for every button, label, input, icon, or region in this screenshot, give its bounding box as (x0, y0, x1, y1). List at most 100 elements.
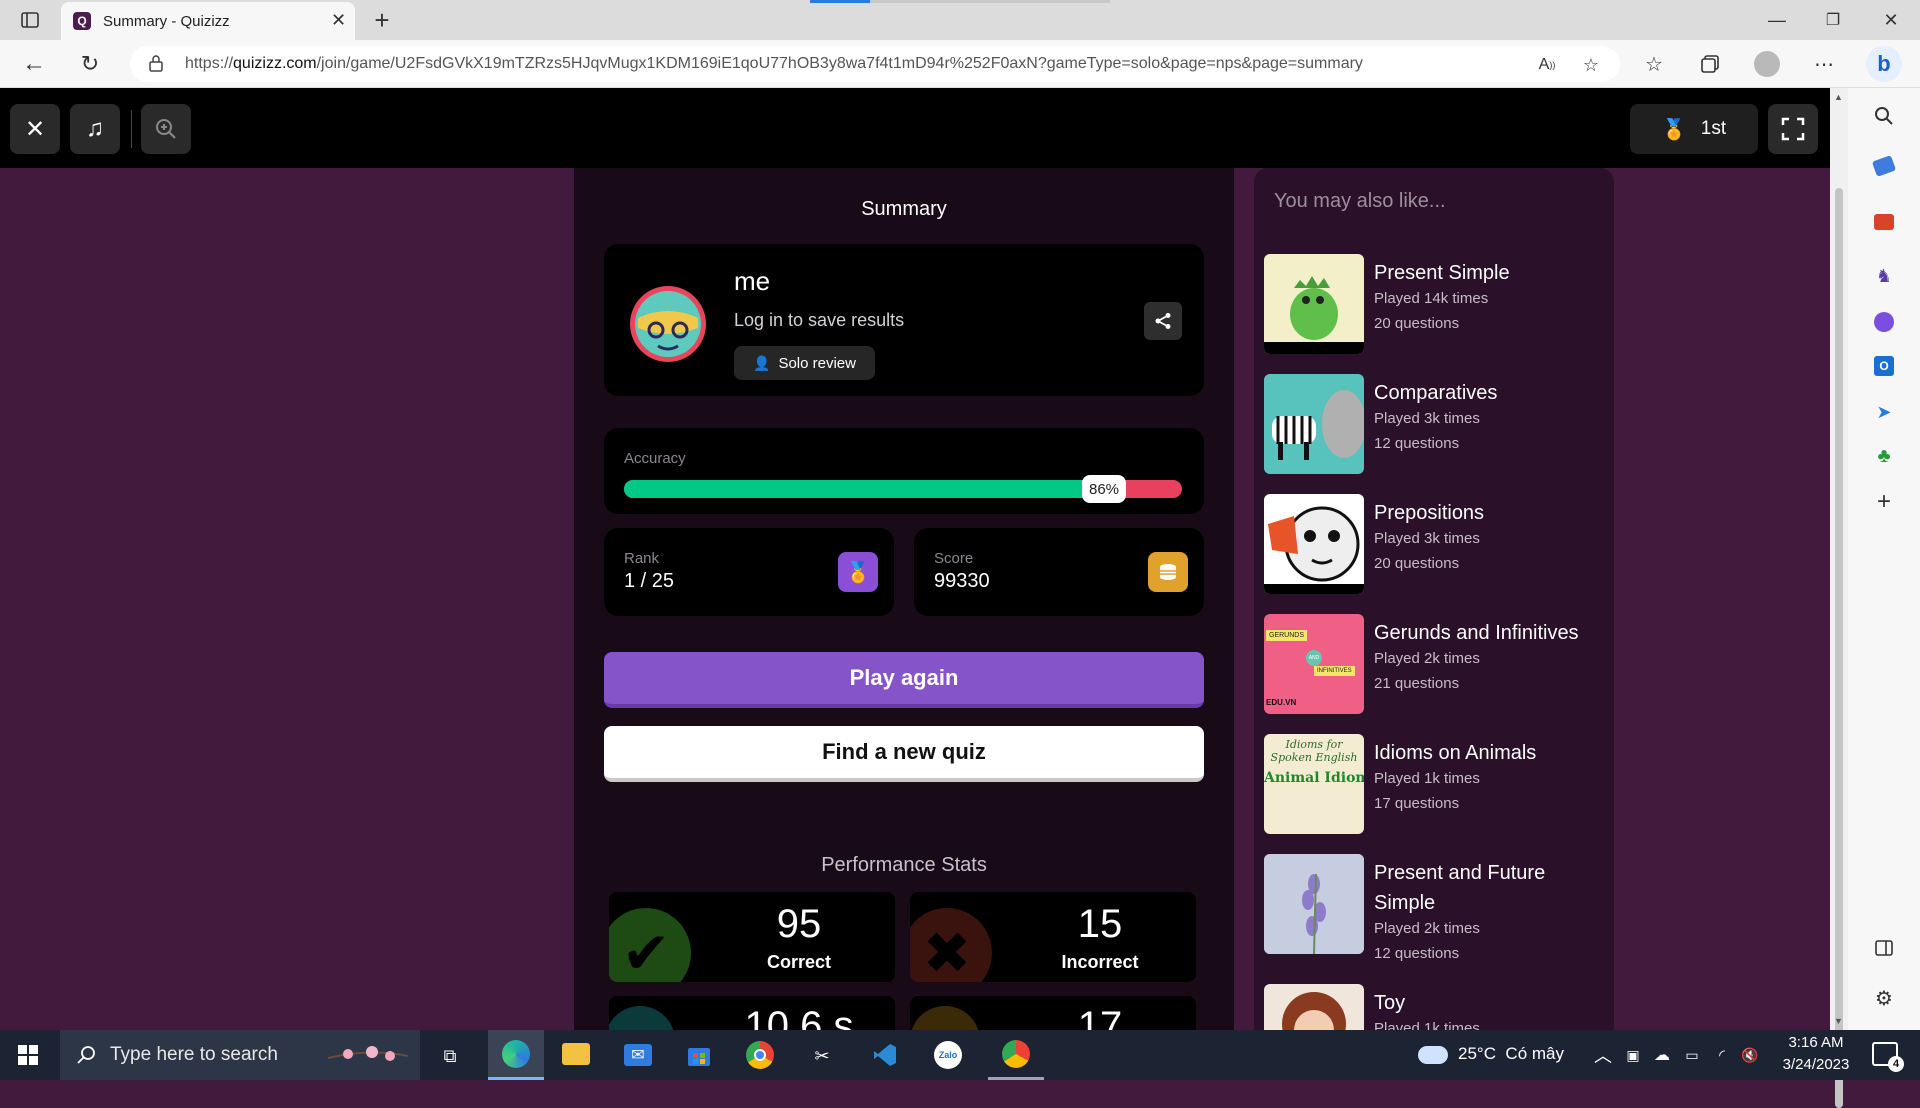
clock-date[interactable]: 3/24/2023 (1766, 1056, 1866, 1073)
show-hidden-icons-icon[interactable]: ︿ (1592, 1042, 1614, 1068)
zalo-icon[interactable]: Zalo (934, 1041, 962, 1069)
login-prompt[interactable]: Log in to save results (734, 310, 904, 331)
quiz-thumbnail: GERUNDS AND INFINITIVES EDU.VN (1264, 614, 1364, 714)
tools-icon[interactable] (1874, 214, 1894, 230)
scroll-down-arrow[interactable]: ▼ (1834, 1016, 1843, 1026)
restore-icon[interactable]: ❐ (1818, 8, 1848, 32)
tab-actions-icon[interactable] (18, 8, 42, 32)
quiz-played-count: Played 3k times (1374, 530, 1480, 547)
tree-icon[interactable]: ♣ (1870, 442, 1898, 470)
notification-count-badge: 4 (1888, 1056, 1904, 1072)
weather-cloud-icon (1418, 1046, 1448, 1064)
music-button[interactable]: ♫ (70, 104, 120, 154)
quiz-name: Idioms on Animals (1374, 742, 1537, 764)
quiz-thumbnail (1264, 374, 1364, 474)
window-close-icon[interactable]: ✕ (1876, 8, 1906, 32)
quiz-name: Comparatives (1374, 382, 1498, 404)
zoom-button[interactable] (141, 104, 191, 154)
chrome-icon[interactable] (746, 1041, 774, 1069)
cross-icon: ✖ (910, 908, 992, 982)
play-again-button[interactable]: Play again (604, 652, 1204, 708)
quiz-question-count: 17 questions (1374, 795, 1460, 812)
fullscreen-button[interactable] (1768, 104, 1818, 154)
recommended-quiz-item[interactable]: Idioms for Spoken English Animal Idioms … (1264, 734, 1604, 834)
share-button[interactable] (1144, 302, 1182, 340)
taskbar-search-box[interactable]: Type here to search (60, 1030, 420, 1080)
shopping-tag-icon[interactable] (1871, 155, 1897, 177)
tab-title: Summary - Quizizz (103, 12, 230, 30)
clock-time[interactable]: 3:16 AM (1766, 1034, 1866, 1051)
file-explorer-icon[interactable] (562, 1043, 590, 1065)
correct-stat-card: ✔ 95 Correct (609, 892, 895, 982)
close-quiz-button[interactable]: ✕ (10, 104, 60, 154)
send-icon[interactable]: ➤ (1870, 398, 1898, 426)
store-icon[interactable] (686, 1042, 712, 1068)
snipping-tool-icon[interactable]: ✂ (808, 1042, 836, 1070)
quiz-question-count: 21 questions (1374, 675, 1460, 692)
edge-taskbar-icon[interactable] (488, 1030, 544, 1080)
player-card: me Log in to save results 👤 Solo review (604, 244, 1204, 396)
sidebar-search-icon[interactable] (1870, 102, 1898, 130)
bing-chat-icon[interactable]: b (1866, 46, 1902, 82)
tray-device-icon[interactable]: ▣ (1622, 1042, 1644, 1068)
thumb-text-eduvn: EDU.VN (1266, 698, 1297, 707)
accuracy-bar-fill (624, 480, 1104, 498)
wifi-icon[interactable]: ◜ (1710, 1042, 1734, 1068)
recommended-quiz-item[interactable]: Prepositions Played 3k times 20 question… (1264, 494, 1604, 594)
add-sidebar-icon[interactable]: + (1870, 488, 1898, 516)
quiz-played-count: Played 1k times (1374, 770, 1480, 787)
quiz-played-count: Played 2k times (1374, 650, 1480, 667)
read-aloud-icon[interactable]: A)) (1534, 52, 1560, 78)
back-icon[interactable]: ← (20, 50, 48, 78)
recommended-quiz-item[interactable]: GERUNDS AND INFINITIVES EDU.VN Gerunds a… (1264, 614, 1604, 714)
quiz-thumbnail (1264, 494, 1364, 594)
quiz-thumbnail (1264, 854, 1364, 954)
url-field[interactable]: https://quizizz.com/join/game/U2FsdGVkX1… (130, 46, 1620, 82)
quiz-played-count: Played 14k times (1374, 290, 1489, 307)
find-new-quiz-button[interactable]: Find a new quiz (604, 726, 1204, 782)
chrome-profile-icon[interactable] (988, 1030, 1044, 1080)
onedrive-icon[interactable]: ☁ (1650, 1042, 1674, 1068)
header-divider (131, 110, 132, 148)
page-scrollbar[interactable]: ▲ ▼ (1830, 88, 1848, 1108)
taskbar-search-icon (77, 1046, 95, 1064)
header-rank-label: 1st (1700, 118, 1727, 139)
recommended-quiz-item[interactable]: Present and Future Simple Played 2k time… (1264, 854, 1604, 964)
favorites-icon[interactable]: ☆ (1640, 50, 1668, 78)
url-host: quizizz.com (233, 55, 317, 72)
add-favorite-icon[interactable]: ☆ (1578, 52, 1604, 78)
games-icon[interactable]: ♞ (1870, 262, 1898, 290)
quiz-question-count: 20 questions (1374, 315, 1460, 332)
summary-panel: Summary me Log in to save results 👤 Solo… (574, 168, 1234, 1056)
outlook-icon[interactable]: O (1874, 356, 1894, 376)
scrollbar-thumb[interactable] (1835, 188, 1843, 1108)
microsoft365-icon[interactable] (1874, 312, 1894, 332)
recommended-quiz-item[interactable]: Present Simple Played 14k times 20 quest… (1264, 254, 1604, 354)
collections-icon[interactable] (1696, 50, 1724, 78)
task-view-icon[interactable]: ⧉ (436, 1042, 464, 1070)
weather-text[interactable]: 25°C Có mây (1458, 1044, 1564, 1064)
rank-badge-button[interactable]: 🏅 1st (1630, 104, 1758, 154)
minimize-icon[interactable]: — (1762, 8, 1792, 32)
volume-mute-icon[interactable]: 🔇 (1738, 1042, 1762, 1068)
split-view-icon[interactable] (1870, 934, 1898, 962)
more-options-icon[interactable]: ⋯ (1810, 50, 1838, 78)
tab-close-icon[interactable]: ✕ (331, 10, 346, 31)
fullscreen-icon (1781, 117, 1805, 141)
vscode-icon[interactable] (872, 1042, 898, 1068)
recommended-quiz-item[interactable]: Toy Played 1k times (1264, 984, 1604, 1030)
rank-value: 1 / 25 (624, 570, 675, 592)
new-tab-icon[interactable]: + (368, 5, 396, 35)
quiz-name: Prepositions (1374, 502, 1485, 524)
battery-icon[interactable]: ▭ (1680, 1042, 1704, 1068)
settings-gear-icon[interactable]: ⚙ (1870, 984, 1898, 1012)
browser-tab-active[interactable]: Q Summary - Quizizz ✕ (61, 2, 355, 40)
recommended-quiz-item[interactable]: Comparatives Played 3k times 12 question… (1264, 374, 1604, 474)
refresh-icon[interactable]: ↻ (76, 50, 104, 78)
profile-avatar-icon[interactable] (1754, 51, 1780, 77)
scroll-up-arrow[interactable]: ▲ (1834, 92, 1843, 102)
quiz-played-count: Played 1k times (1374, 1020, 1480, 1030)
accuracy-percent-pill: 86% (1082, 475, 1126, 503)
mail-icon[interactable]: ✉ (624, 1044, 652, 1066)
start-button[interactable] (18, 1045, 38, 1065)
